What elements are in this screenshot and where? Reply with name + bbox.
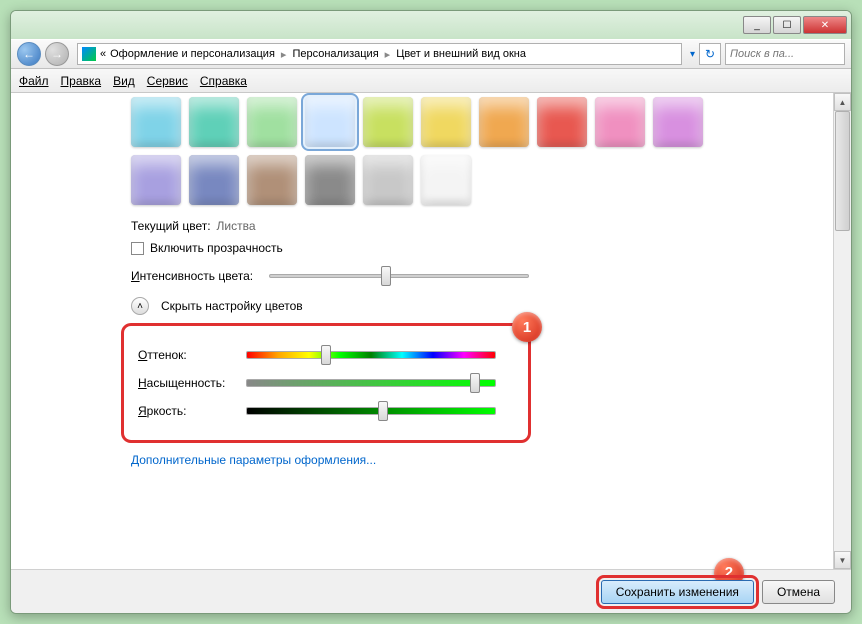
hue-slider[interactable] [246, 351, 496, 359]
color-swatch[interactable] [305, 155, 355, 205]
color-swatch[interactable] [189, 155, 239, 205]
menu-view[interactable]: Вид [113, 74, 135, 88]
back-button[interactable]: ← [17, 42, 41, 66]
menu-edit[interactable]: Правка [61, 74, 102, 88]
breadcrumb-item[interactable]: Цвет и внешний вид окна [392, 48, 530, 60]
intensity-thumb[interactable] [381, 266, 391, 286]
color-swatches [131, 97, 751, 205]
color-swatch[interactable] [189, 97, 239, 147]
control-panel-icon [82, 47, 96, 61]
window: _ ☐ ✕ ← → « Оформление и персонализация … [10, 10, 852, 614]
transparency-label: Включить прозрачность [150, 241, 283, 255]
close-button[interactable]: ✕ [803, 16, 847, 34]
current-color-value: Листва [217, 219, 256, 233]
hue-thumb[interactable] [321, 345, 331, 365]
maximize-button[interactable]: ☐ [773, 16, 801, 34]
color-swatch[interactable] [131, 155, 181, 205]
current-color-label: Текущий цвет: [131, 219, 211, 233]
refresh-button[interactable]: ↻ [699, 43, 721, 65]
transparency-row: Включить прозрачность [131, 241, 813, 255]
color-swatch[interactable] [247, 97, 297, 147]
color-swatch[interactable] [537, 97, 587, 147]
intensity-slider[interactable] [269, 274, 529, 278]
menu-file[interactable]: Файл [19, 74, 49, 88]
current-color-row: Текущий цвет: Листва [131, 219, 813, 233]
vertical-scrollbar[interactable]: ▲ ▼ [833, 93, 851, 569]
brightness-row: Яркость: [138, 404, 514, 418]
footer: 2 Сохранить изменения Отмена [11, 569, 851, 613]
color-swatch[interactable] [363, 97, 413, 147]
color-swatch[interactable] [595, 97, 645, 147]
saturation-label: Насыщенность: [138, 376, 238, 390]
intensity-row: Интенсивность цвета: [131, 269, 813, 283]
chevron-right-icon: ▸ [279, 48, 289, 61]
hue-label: Оттенок: [138, 348, 238, 362]
cancel-button[interactable]: Отмена [762, 580, 835, 604]
intensity-label: Интенсивность цвета: [131, 269, 261, 283]
search-input[interactable] [725, 43, 845, 65]
brightness-label: Яркость: [138, 404, 238, 418]
color-swatch[interactable] [479, 97, 529, 147]
forward-button[interactable]: → [45, 42, 69, 66]
mixer-toggle-label[interactable]: Скрыть настройку цветов [161, 299, 303, 313]
menu-help[interactable]: Справка [200, 74, 247, 88]
save-button[interactable]: Сохранить изменения [601, 580, 754, 604]
color-swatch[interactable] [131, 97, 181, 147]
breadcrumb-item[interactable]: Оформление и персонализация [106, 48, 279, 60]
saturation-slider[interactable] [246, 379, 496, 387]
minimize-button[interactable]: _ [743, 16, 771, 34]
brightness-thumb[interactable] [378, 401, 388, 421]
navigation-bar: ← → « Оформление и персонализация ▸ Перс… [11, 39, 851, 69]
menu-bar: Файл Правка Вид Сервис Справка [11, 69, 851, 93]
color-swatch[interactable] [653, 97, 703, 147]
color-swatch[interactable] [363, 155, 413, 205]
scroll-thumb[interactable] [835, 111, 850, 231]
scroll-down-icon[interactable]: ▼ [834, 551, 851, 569]
callout-badge-1: 1 [512, 312, 542, 342]
breadcrumb[interactable]: « Оформление и персонализация ▸ Персонал… [77, 43, 682, 65]
color-swatch[interactable] [247, 155, 297, 205]
titlebar: _ ☐ ✕ [11, 11, 851, 39]
menu-tools[interactable]: Сервис [147, 74, 188, 88]
mixer-toggle-row: ˄ Скрыть настройку цветов [131, 297, 813, 315]
saturation-thumb[interactable] [470, 373, 480, 393]
chevron-right-icon: ▸ [383, 48, 393, 61]
scroll-up-icon[interactable]: ▲ [834, 93, 851, 111]
advanced-appearance-link[interactable]: Дополнительные параметры оформления... [131, 453, 813, 467]
content-area: Текущий цвет: Листва Включить прозрачнос… [11, 93, 851, 569]
color-swatch[interactable] [421, 155, 471, 205]
transparency-checkbox[interactable] [131, 242, 144, 255]
color-swatch[interactable] [305, 97, 355, 147]
breadcrumb-item[interactable]: Персонализация [288, 48, 382, 60]
saturation-row: Насыщенность: [138, 376, 514, 390]
collapse-button[interactable]: ˄ [131, 297, 149, 315]
dropdown-icon[interactable]: ▾ [690, 49, 695, 60]
hue-row: Оттенок: [138, 348, 514, 362]
color-mixer-panel: 1 Оттенок: Насыщенность: Яркость: [121, 323, 531, 443]
color-swatch[interactable] [421, 97, 471, 147]
brightness-slider[interactable] [246, 407, 496, 415]
